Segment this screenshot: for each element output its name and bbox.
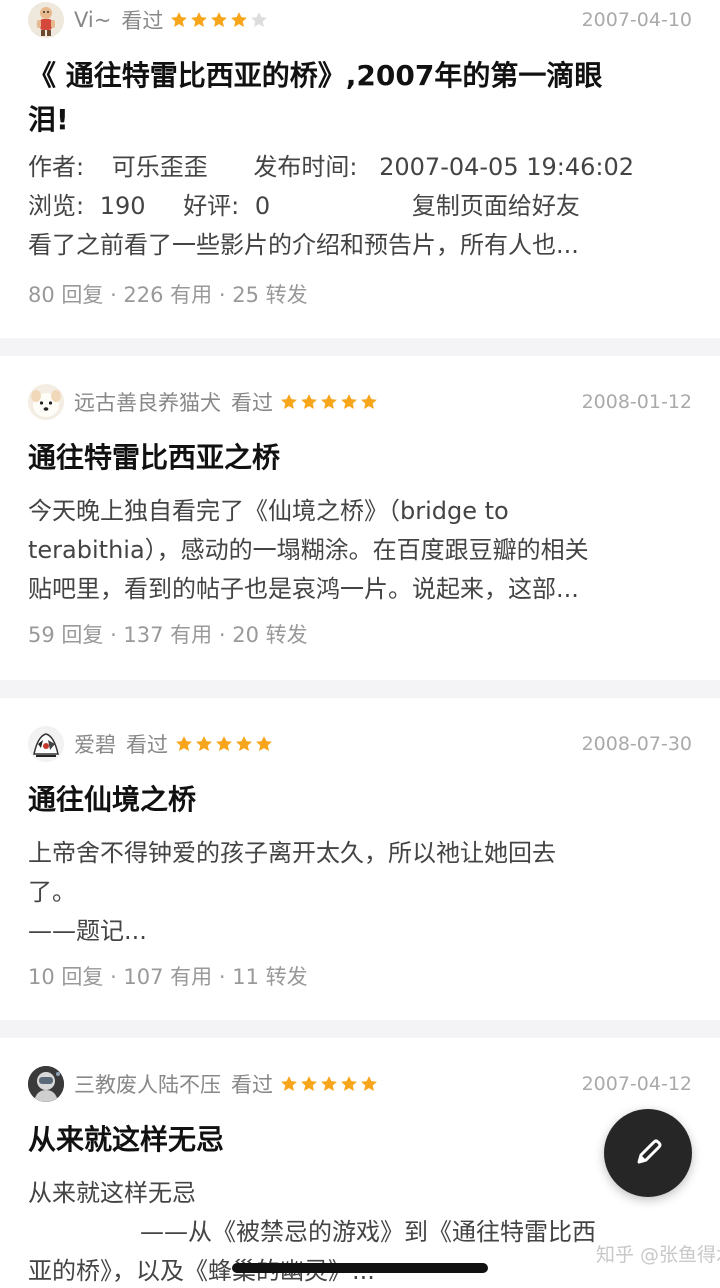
star-icon	[321, 1076, 337, 1091]
excerpt-line: terabithia），感动的一塌糊涂。在百度跟豆瓣的相关	[28, 536, 589, 564]
review-title[interactable]: 通往特雷比西亚之桥	[28, 436, 692, 480]
star-icon	[196, 736, 212, 751]
review-stats: 59 回复 · 137 有用 · 20 转发	[28, 623, 308, 647]
star-icon	[216, 736, 232, 751]
star-icon	[176, 736, 192, 751]
excerpt-line: 从来就这样无忌	[28, 1179, 196, 1207]
review-stats: 80 回复 · 226 有用 · 25 转发	[28, 283, 308, 307]
star-icon	[361, 1076, 377, 1091]
card-divider	[0, 680, 720, 698]
review-meta: 三教废人陆不压 看过 2007-04-12	[28, 1064, 692, 1104]
rating-stars	[174, 734, 274, 754]
star-icon	[236, 736, 252, 751]
excerpt-line: ——从《被禁忌的游戏》到《通往特雷比西	[140, 1218, 596, 1246]
author-label: 作者:	[28, 153, 85, 181]
review-date: 2008-07-30	[581, 733, 692, 755]
review-excerpt[interactable]: 上帝舍不得钟爱的孩子离开太久，所以祂让她回去 了。 ——题记...	[28, 834, 692, 951]
avatar[interactable]	[28, 726, 64, 762]
avatar[interactable]	[28, 1066, 64, 1102]
username[interactable]: 三教废人陆不压	[74, 1069, 221, 1099]
watch-status: 看过	[121, 9, 164, 33]
excerpt-line: 今天晚上独自看完了《仙境之桥》（bridge to	[28, 497, 509, 525]
star-icon	[301, 1076, 317, 1091]
watermark: 知乎 @张鱼得水	[596, 1244, 720, 1266]
excerpt-line: ——题记...	[28, 917, 147, 945]
rating-stars	[169, 10, 269, 30]
star-icon	[341, 1076, 357, 1091]
watch-status: 看过	[231, 391, 273, 415]
card-divider	[0, 1020, 720, 1038]
review-card[interactable]: 爱碧 看过 2008-07-30 通往仙境之桥 上帝舍不得钟爱的孩子离开太久，所…	[0, 698, 720, 1020]
username[interactable]: Vi~	[74, 8, 111, 32]
review-date: 2007-04-10	[581, 9, 692, 31]
username[interactable]: 爱碧	[74, 729, 116, 759]
publish-label: 发布时间:	[253, 153, 358, 181]
write-review-button[interactable]	[604, 1109, 692, 1197]
star-icon	[211, 12, 228, 27]
star-icon	[281, 394, 297, 409]
star-icon	[256, 736, 272, 751]
review-stats: 10 回复 · 107 有用 · 11 转发	[28, 965, 308, 989]
username[interactable]: 远古善良养猫犬	[74, 387, 221, 417]
star-icon	[321, 394, 337, 409]
avatar[interactable]	[28, 384, 64, 420]
watch-status: 看过	[126, 733, 168, 757]
star-icon	[251, 12, 268, 27]
home-indicator[interactable]	[232, 1263, 488, 1273]
review-meta: Vi~ 看过 2007-04-10	[28, 0, 692, 40]
views-line: 浏览: 190 好评: 0 复制页面给好友	[28, 187, 692, 226]
excerpt-line: 上帝舍不得钟爱的孩子离开太久，所以祂让她回去	[28, 839, 556, 867]
copy-page-link: 复制页面给好友	[411, 192, 580, 220]
review-date: 2007-04-12	[581, 1073, 692, 1095]
title-line: 《 通往特雷比西亚的桥》,2007年的第一滴眼	[28, 59, 603, 92]
rating-stars	[279, 392, 379, 412]
author-name: 可乐歪歪	[111, 153, 208, 181]
star-icon	[171, 12, 188, 27]
author-line: 作者: 可乐歪歪 发布时间: 2007-04-05 19:46:02	[28, 148, 692, 187]
review-title[interactable]: 通往仙境之桥	[28, 778, 692, 822]
star-icon	[301, 394, 317, 409]
review-excerpt[interactable]: 作者: 可乐歪歪 发布时间: 2007-04-05 19:46:02 浏览: 1…	[28, 148, 692, 265]
star-icon	[231, 12, 248, 27]
star-icon	[191, 12, 208, 27]
rating-stars	[279, 1074, 379, 1094]
review-card[interactable]: Vi~ 看过 2007-04-10 《 通往特雷比西亚的桥》,2007年的第一滴…	[0, 0, 720, 340]
views-label: 浏览:	[28, 192, 85, 220]
star-icon	[281, 1076, 297, 1091]
watch-status: 看过	[231, 1073, 273, 1097]
star-icon	[341, 394, 357, 409]
review-card[interactable]: 远古善良养猫犬 看过 2008-01-12 通往特雷比西亚之桥 今天晚上独自看完…	[0, 356, 720, 680]
review-excerpt[interactable]: 今天晚上独自看完了《仙境之桥》（bridge to terabithia），感动…	[28, 492, 692, 609]
title-line: 泪!	[28, 103, 69, 136]
review-title[interactable]: 从来就这样无忌	[28, 1118, 692, 1162]
review-meta: 远古善良养猫犬 看过 2008-01-12	[28, 382, 692, 422]
excerpt-line: 看了之前看了一些影片的介绍和预告片，所有人也...	[28, 231, 579, 259]
review-list-screen: Vi~ 看过 2007-04-10 《 通往特雷比西亚的桥》,2007年的第一滴…	[0, 0, 720, 1288]
views-value: 190	[99, 192, 146, 220]
likes-value: 0	[254, 192, 271, 220]
card-divider	[0, 338, 720, 356]
star-icon	[361, 394, 377, 409]
review-meta: 爱碧 看过 2008-07-30	[28, 724, 692, 764]
pen-icon	[637, 1139, 662, 1164]
review-date: 2008-01-12	[581, 391, 692, 413]
publish-time: 2007-04-05 19:46:02	[379, 153, 635, 181]
excerpt-line: 了。	[28, 878, 76, 906]
likes-label: 好评:	[183, 192, 240, 220]
avatar[interactable]	[28, 2, 64, 38]
review-title[interactable]: 《 通往特雷比西亚的桥》,2007年的第一滴眼 泪!	[28, 54, 692, 142]
excerpt-line: 贴吧里，看到的帖子也是哀鸿一片。说起来，这部...	[28, 575, 579, 603]
